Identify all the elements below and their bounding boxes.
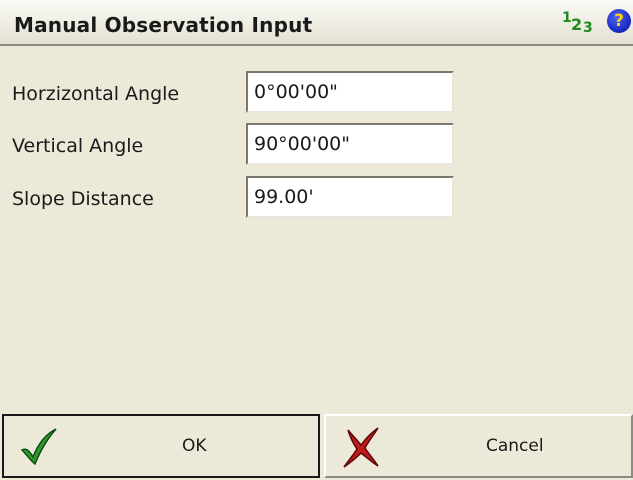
- field-row-slope-distance: Slope Distance: [0, 176, 633, 220]
- field-row-vertical-angle: Vertical Angle: [0, 123, 633, 167]
- window-title: Manual Observation Input: [14, 13, 313, 37]
- ok-button-label: OK: [182, 436, 207, 456]
- cancel-button-label: Cancel: [486, 436, 544, 456]
- ok-button[interactable]: OK: [2, 414, 320, 478]
- checkmark-icon: [20, 428, 57, 466]
- numeric-mode-icon[interactable]: 1 2 3: [562, 10, 602, 36]
- button-bar: OK Cancel: [0, 412, 633, 480]
- mode-digit-2: 2: [571, 15, 583, 34]
- help-icon[interactable]: ?: [607, 9, 631, 33]
- cancel-button[interactable]: Cancel: [324, 414, 633, 478]
- horizontal-angle-input[interactable]: [246, 71, 454, 113]
- horizontal-angle-label: Horzizontal Angle: [12, 83, 180, 105]
- vertical-angle-label: Vertical Angle: [12, 135, 144, 157]
- mode-digit-3: 3: [583, 20, 593, 36]
- slope-distance-input[interactable]: [246, 176, 454, 218]
- cancel-x-icon: [343, 427, 379, 468]
- title-bar: Manual Observation Input 1 2 3 ?: [0, 0, 633, 46]
- field-row-horizontal-angle: Horzizontal Angle: [0, 71, 633, 115]
- slope-distance-label: Slope Distance: [12, 188, 154, 210]
- vertical-angle-input[interactable]: [246, 123, 454, 165]
